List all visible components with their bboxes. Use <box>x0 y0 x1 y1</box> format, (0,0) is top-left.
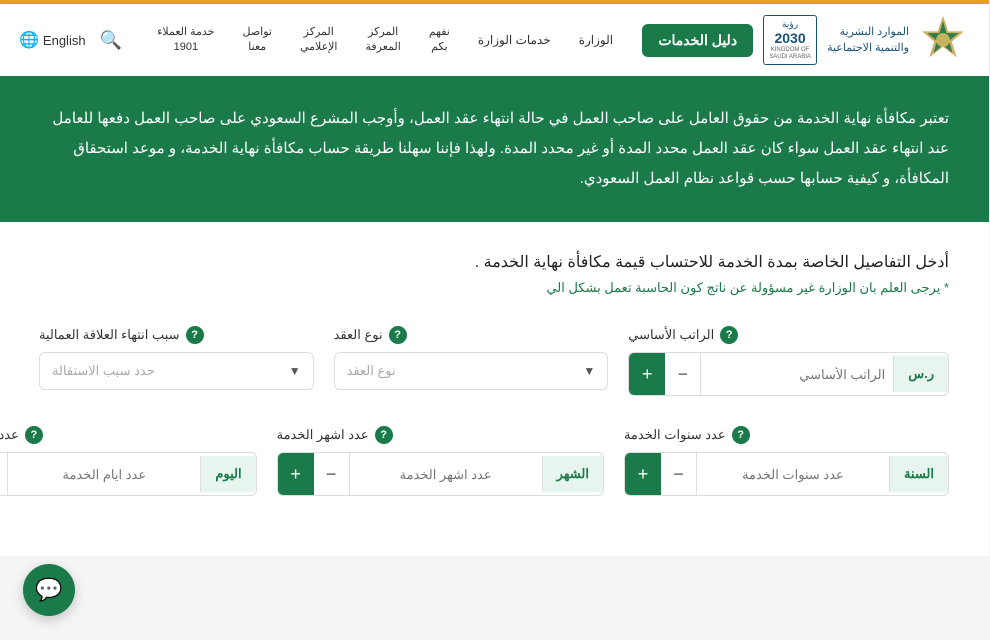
months-unit: الشهر <box>543 456 604 492</box>
nav-item-services[interactable]: خدمات الوزارة <box>465 24 566 57</box>
services-button-label: دليل الخدمات <box>659 32 738 49</box>
form-group-contract: ? نوع العقد ▼ نوع العقد <box>335 326 610 396</box>
months-help-icon[interactable]: ? <box>376 426 394 444</box>
form-group-salary: ? الراتب الأساسي ر.س − + <box>629 326 950 396</box>
termination-help-icon[interactable]: ? <box>187 326 205 344</box>
salary-minus-button[interactable]: − <box>666 353 702 395</box>
salary-help-icon[interactable]: ? <box>721 326 739 344</box>
contract-type-dropdown[interactable]: ▼ نوع العقد <box>335 352 610 390</box>
termination-placeholder: حدد سبب الاستقالة <box>53 363 156 379</box>
header-left: 🔍 English 🌐 <box>20 30 129 51</box>
years-unit: السنة <box>890 456 949 492</box>
ministry-star-logo <box>918 14 970 66</box>
days-stepper: اليوم − + <box>0 452 258 496</box>
days-help-icon[interactable]: ? <box>26 426 44 444</box>
header-right: الموارد البشرية والتنمية الاجتماعية رؤية… <box>643 14 970 66</box>
days-label: ? عدد ايام الخدمة <box>0 426 258 444</box>
years-plus-button[interactable]: + <box>626 453 662 495</box>
months-minus-button[interactable]: − <box>315 453 351 495</box>
nav-item-ministry[interactable]: الوزارة <box>566 24 628 57</box>
form-group-days: ? عدد ايام الخدمة اليوم − + <box>0 426 258 496</box>
salary-label: ? الراتب الأساسي <box>629 326 950 344</box>
termination-label: ? سبب انتهاء العلاقة العمالية <box>40 326 315 344</box>
contract-help-icon[interactable]: ? <box>390 326 408 344</box>
years-stepper: السنة − + <box>625 452 950 496</box>
hero-text: تعتبر مكافأة نهاية الخدمة من حقوق العامل… <box>40 104 950 194</box>
chat-icon: 💬 <box>36 577 63 603</box>
contract-placeholder: نوع العقد <box>348 363 397 379</box>
section-note: * يرجى العلم بان الوزارة غير مسؤولة عن ن… <box>40 280 950 296</box>
termination-reason-dropdown[interactable]: ▼ حدد سبب الاستقالة <box>40 352 315 390</box>
months-stepper: الشهر − + <box>278 452 605 496</box>
salary-input[interactable] <box>702 357 894 392</box>
form-group-months: ? عدد اشهر الخدمة الشهر − + <box>278 426 605 496</box>
globe-icon: 🌐 <box>20 30 40 50</box>
form-group-years: ? عدد سنوات الخدمة السنة − + <box>625 426 950 496</box>
main-nav: الوزارة خدمات الوزارة نفهم بكم المركز ال… <box>129 17 643 64</box>
nav-item-contact[interactable]: تواصل معنا <box>229 17 286 64</box>
nav-item-customer-service[interactable]: خدمة العملاء 1901 <box>144 17 229 64</box>
language-selector[interactable]: English 🌐 <box>20 30 87 50</box>
days-unit: اليوم <box>201 456 256 492</box>
years-minus-button[interactable]: − <box>662 453 698 495</box>
form-row-2: ? عدد سنوات الخدمة السنة − + ? عدد اشهر … <box>40 426 950 496</box>
days-input[interactable] <box>9 457 201 492</box>
nav-item-media[interactable]: المركز الإعلامي <box>287 17 353 64</box>
ministry-name: الموارد البشرية والتنمية الاجتماعية <box>828 24 910 57</box>
search-button[interactable]: 🔍 <box>95 30 129 51</box>
termination-dropdown-arrow: ▼ <box>290 364 302 378</box>
contract-label: ? نوع العقد <box>335 326 610 344</box>
months-input[interactable] <box>351 457 543 492</box>
days-minus-button[interactable]: − <box>0 453 9 495</box>
months-plus-button[interactable]: + <box>279 453 315 495</box>
nav-item-understand[interactable]: نفهم بكم <box>416 17 465 64</box>
form-group-termination: ? سبب انتهاء العلاقة العمالية ▼ حدد سبب … <box>40 326 315 396</box>
chat-button[interactable]: 💬 <box>24 564 76 616</box>
main-content: أدخل التفاصيل الخاصة بمدة الخدمة للاحتسا… <box>0 222 990 556</box>
salary-currency: ر.س <box>894 356 949 392</box>
salary-plus-button[interactable]: + <box>630 353 666 395</box>
salary-field: ر.س − + <box>629 352 950 396</box>
form-row-1: ? الراتب الأساسي ر.س − + ? نوع العقد ▼ ن… <box>40 326 950 396</box>
months-label: ? عدد اشهر الخدمة <box>278 426 605 444</box>
vision-badge: رؤية 2030 KINGDOM OF SAUDI ARABIA <box>764 15 818 65</box>
services-button[interactable]: دليل الخدمات <box>643 24 754 57</box>
years-label: ? عدد سنوات الخدمة <box>625 426 950 444</box>
years-input[interactable] <box>698 457 890 492</box>
nav-item-knowledge[interactable]: المركز المعرفة <box>353 17 416 64</box>
header: الموارد البشرية والتنمية الاجتماعية رؤية… <box>0 4 990 76</box>
years-help-icon[interactable]: ? <box>733 426 751 444</box>
language-label: English <box>44 33 87 48</box>
logo-area: الموارد البشرية والتنمية الاجتماعية <box>828 14 970 66</box>
section-title: أدخل التفاصيل الخاصة بمدة الخدمة للاحتسا… <box>40 252 950 272</box>
contract-dropdown-arrow: ▼ <box>584 364 596 378</box>
hero-section: تعتبر مكافأة نهاية الخدمة من حقوق العامل… <box>0 76 990 222</box>
